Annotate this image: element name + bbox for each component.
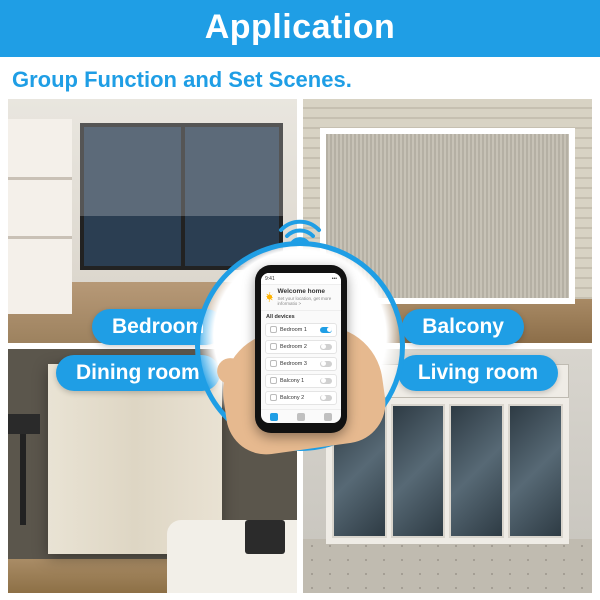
- smart-icon: [297, 413, 305, 421]
- device-name: Bedroom 2: [280, 344, 307, 350]
- label-living-room: Living room: [398, 355, 558, 391]
- tab-smart[interactable]: [288, 410, 315, 423]
- device-name: Bedroom 3: [280, 361, 307, 367]
- status-time: 9:41: [265, 276, 275, 282]
- device-toggle[interactable]: [320, 395, 332, 401]
- label-balcony: Balcony: [402, 309, 524, 345]
- hand-holding-phone: 9:41 ••• Welcome home Set your location,…: [235, 261, 365, 431]
- device-toggle[interactable]: [320, 378, 332, 384]
- phone-circle: 9:41 ••• Welcome home Set your location,…: [195, 241, 405, 451]
- device-icon: [270, 343, 277, 350]
- welcome-subtitle: Set your location, get more informatio >: [277, 296, 336, 306]
- tab-home[interactable]: [261, 410, 288, 423]
- device-row[interactable]: Balcony 2: [265, 391, 337, 405]
- device-toggle[interactable]: [320, 344, 332, 350]
- device-row[interactable]: Bedroom 3: [265, 357, 337, 371]
- device-name: Balcony 2: [280, 395, 304, 401]
- devices-heading: All devices: [261, 311, 341, 321]
- sun-icon: [266, 292, 273, 302]
- device-icon: [270, 360, 277, 367]
- smartphone: 9:41 ••• Welcome home Set your location,…: [255, 265, 347, 433]
- app-title: Application: [0, 8, 600, 47]
- welcome-row: Welcome home Set your location, get more…: [261, 285, 341, 311]
- application-grid: Bedroom Balcony Dining room Living room …: [8, 99, 592, 593]
- subtitle: Group Function and Set Scenes.: [0, 57, 600, 99]
- app-screen: 9:41 ••• Welcome home Set your location,…: [261, 273, 341, 423]
- wifi-icon: [277, 212, 323, 246]
- device-row[interactable]: Bedroom 2: [265, 340, 337, 354]
- device-toggle[interactable]: [320, 327, 332, 333]
- app-header: Application: [0, 0, 600, 57]
- device-icon: [270, 377, 277, 384]
- device-list: Bedroom 1 Bedroom 2 Bedroom 3 Balcony 1 Balc…: [261, 321, 341, 410]
- device-row[interactable]: Bedroom 1: [265, 323, 337, 337]
- device-name: Bedroom 1: [280, 327, 307, 333]
- status-bar: 9:41 •••: [261, 273, 341, 285]
- device-row[interactable]: Balcony 1: [265, 374, 337, 388]
- device-icon: [270, 394, 277, 401]
- home-icon: [270, 413, 278, 421]
- device-icon: [270, 326, 277, 333]
- tab-me[interactable]: [314, 410, 341, 423]
- status-icons: •••: [332, 276, 337, 282]
- device-name: Balcony 1: [280, 378, 304, 384]
- device-toggle[interactable]: [320, 361, 332, 367]
- tab-bar: [261, 409, 341, 423]
- me-icon: [324, 413, 332, 421]
